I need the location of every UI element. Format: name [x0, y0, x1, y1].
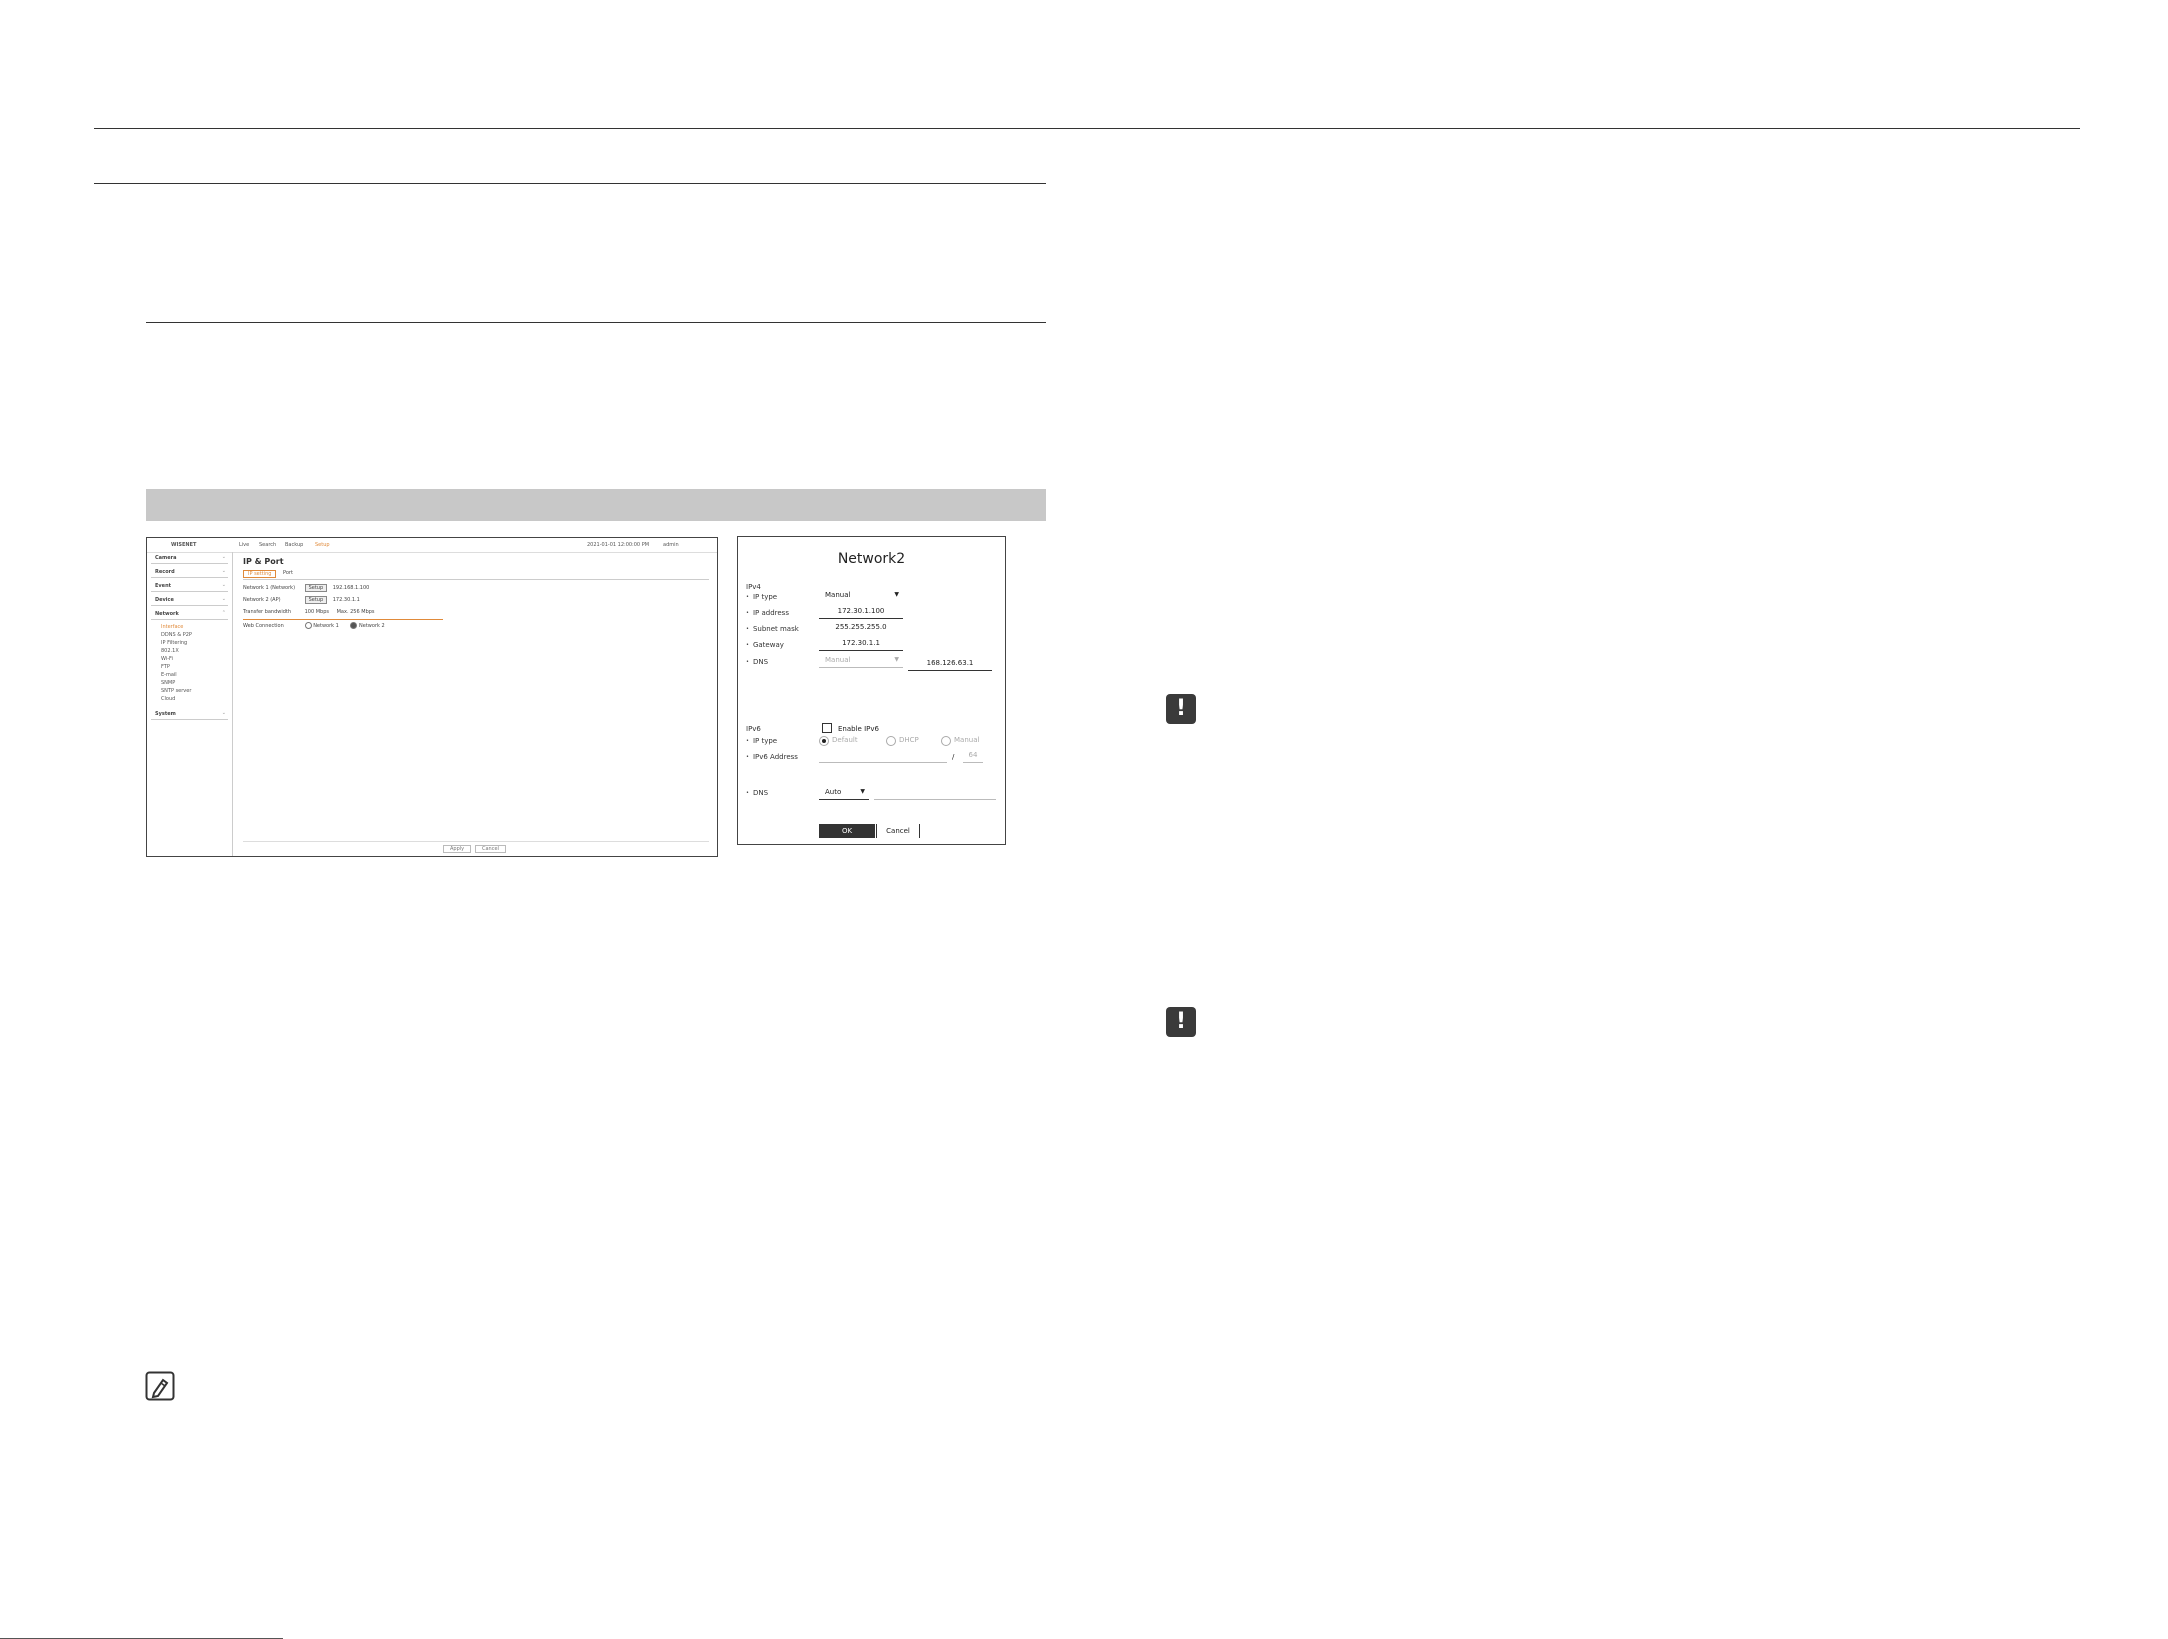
ipv6-slash: /	[952, 753, 955, 761]
chevron-down-icon: ⌄	[221, 554, 226, 560]
ipv6-address-input[interactable]	[819, 751, 947, 763]
menu-backup[interactable]: Backup	[285, 542, 303, 548]
ipv4-gateway-input[interactable]: 172.30.1.1	[819, 639, 903, 651]
sidebar-sub-snmp[interactable]: SNMP	[161, 680, 175, 686]
footer-divider	[243, 841, 709, 842]
ipv6-section: IPv6	[746, 725, 761, 733]
ipv4-dns-input[interactable]: 168.126.63.1	[908, 659, 992, 671]
screenshot-sidebar: Camera ⌄ Record ⌄ Event ⌄ Device ⌄ Network ⌃ …	[147, 552, 233, 856]
ipv6-dhcp-radio[interactable]	[886, 736, 896, 746]
sidebar-sub-ipfilter[interactable]: IP Filtering	[161, 640, 187, 646]
content-title: IP & Port	[243, 557, 284, 566]
user-name[interactable]: admin	[663, 542, 679, 548]
sidebar-sub-8021x[interactable]: 802.1X	[161, 648, 179, 654]
dialog-title: Network2	[837, 551, 906, 567]
chevron-down-icon: ⌄	[221, 582, 226, 588]
row-bandwidth: Transfer bandwidth 100 Mbps Max. 256 Mbp…	[243, 609, 443, 620]
ipv6-prefix-input[interactable]: 64	[963, 751, 983, 763]
menu-setup[interactable]: Setup	[315, 542, 330, 548]
screenshot-content: IP & Port IP setting Port Network 1 (Net…	[237, 552, 713, 856]
network2-dialog: Network2 IPv4 IP type Manual ▼ IP addres…	[737, 536, 1006, 845]
ipv6-default-radio[interactable]	[819, 736, 829, 746]
figure-banner	[146, 489, 1046, 521]
ipv6-dns-input[interactable]	[874, 788, 996, 800]
section-rule	[94, 183, 1046, 184]
chevron-up-icon: ⌃	[221, 610, 226, 616]
web-network2-radio[interactable]	[350, 622, 358, 629]
warning-icon: !	[1166, 694, 1196, 724]
sidebar-item-record[interactable]: Record ⌄	[151, 568, 228, 578]
top-rule	[94, 128, 2080, 129]
dropdown-arrow-icon: ▼	[860, 788, 865, 795]
sidebar-sub-sntp[interactable]: SNTP server	[161, 688, 191, 694]
ipv6-address-label: IPv6 Address	[746, 753, 798, 761]
sidebar-item-network[interactable]: Network ⌃	[151, 610, 228, 620]
ipv4-ipaddress-label: IP address	[746, 609, 789, 617]
sidebar-sub-wifi[interactable]: Wi-Fi	[161, 656, 173, 662]
tab-ip-setting[interactable]: IP setting	[243, 570, 277, 578]
ipv4-iptype-select[interactable]: Manual ▼	[819, 591, 903, 602]
ok-button[interactable]: OK	[819, 824, 875, 838]
chevron-down-icon: ⌄	[221, 568, 226, 574]
tab-port[interactable]: Port	[283, 570, 293, 576]
cancel-button[interactable]: Cancel	[475, 845, 506, 853]
bandwidth-input[interactable]: 100	[305, 609, 315, 615]
chevron-down-icon: ⌄	[221, 596, 226, 602]
dropdown-arrow-icon: ▼	[894, 656, 899, 663]
row-network2: Network 2 (AP) Setup 172.30.1.1	[243, 596, 360, 604]
setup-screenshot: WISENET Live Search Backup Setup 2021-01…	[146, 537, 718, 857]
sidebar-sub-email[interactable]: E-mail	[161, 672, 177, 678]
menu-live[interactable]: Live	[239, 542, 249, 548]
ipv4-dns-mode-select[interactable]: Manual ▼	[819, 656, 903, 668]
network1-setup-button[interactable]: Setup	[304, 584, 328, 592]
datetime: 2021-01-01 12:00:00 PM	[587, 542, 650, 548]
sidebar-sub-interface[interactable]: Interface	[161, 624, 183, 630]
chevron-down-icon: ⌄	[221, 710, 226, 716]
ipv4-section: IPv4	[746, 583, 761, 591]
enable-ipv6-label: Enable IPv6	[838, 725, 879, 733]
row-web-connection: Web Connection Network 1 Network 2	[243, 622, 385, 629]
ipv4-ipaddress-input[interactable]: 172.30.1.100	[819, 607, 903, 619]
warning-icon: !	[1166, 1007, 1196, 1037]
sidebar-item-system[interactable]: System ⌄	[151, 710, 228, 720]
dialog-cancel-button[interactable]: Cancel	[876, 824, 920, 838]
ipv6-manual-radio[interactable]	[941, 736, 951, 746]
apply-button[interactable]: Apply	[443, 845, 472, 853]
web-network1-radio[interactable]	[304, 622, 312, 629]
row-network1: Network 1 (Network) Setup 192.168.1.100	[243, 584, 370, 592]
ipv4-dns-label: DNS	[746, 658, 768, 666]
sidebar-item-device[interactable]: Device ⌄	[151, 596, 228, 606]
menu-search[interactable]: Search	[259, 542, 276, 548]
network2-setup-button[interactable]: Setup	[304, 596, 328, 604]
sidebar-sub-ddns[interactable]: DDNS & P2P	[161, 632, 192, 638]
ipv6-dhcp-label: DHCP	[899, 736, 919, 744]
sidebar-item-camera[interactable]: Camera ⌄	[151, 554, 228, 564]
sidebar-item-event[interactable]: Event ⌄	[151, 582, 228, 592]
sidebar-sub-ftp[interactable]: FTP	[161, 664, 170, 670]
ipv4-subnet-input[interactable]: 255.255.255.0	[819, 623, 903, 634]
ipv6-manual-label: Manual	[954, 736, 980, 744]
note-icon	[145, 1371, 175, 1401]
ipv6-default-label: Default	[832, 736, 858, 744]
ipv6-iptype-label: IP type	[746, 737, 777, 745]
ipv6-dns-mode-select[interactable]: Auto ▼	[819, 788, 869, 800]
screenshot-topbar: WISENET Live Search Backup Setup 2021-01…	[147, 538, 717, 553]
ipv4-subnet-label: Subnet mask	[746, 625, 799, 633]
dropdown-arrow-icon: ▼	[894, 591, 899, 598]
ipv4-iptype-label: IP type	[746, 593, 777, 601]
subsection-rule	[146, 322, 1046, 323]
ipv4-gateway-label: Gateway	[746, 641, 784, 649]
brand-logo: WISENET	[171, 542, 197, 548]
ipv6-dns-label: DNS	[746, 789, 768, 797]
sidebar-sub-cloud[interactable]: Cloud	[161, 696, 175, 702]
enable-ipv6-checkbox[interactable]	[822, 723, 832, 733]
tab-divider	[243, 579, 709, 580]
